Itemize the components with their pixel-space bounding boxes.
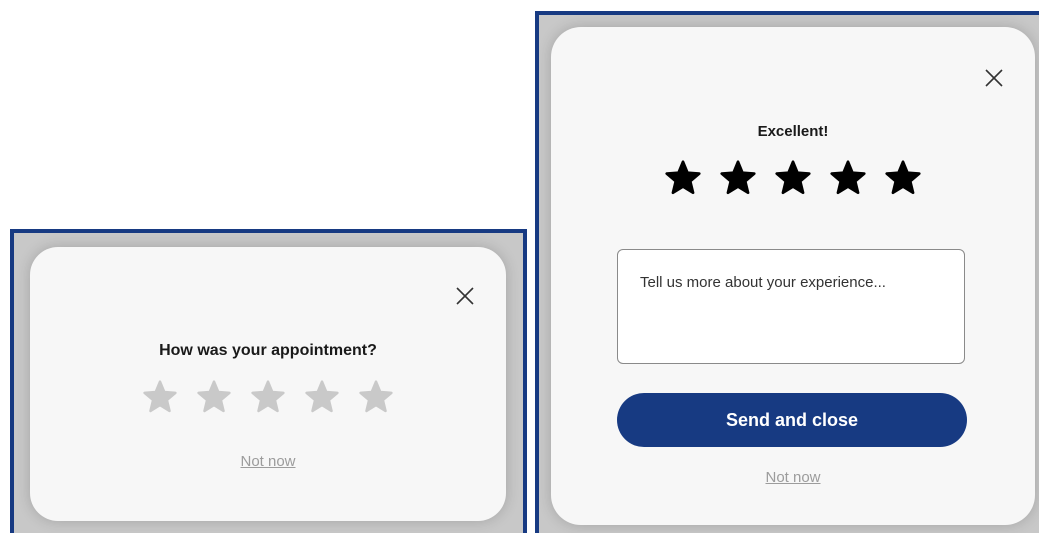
star-3[interactable] <box>251 380 285 414</box>
star-rating[interactable] <box>30 380 506 414</box>
star-icon <box>885 160 921 195</box>
star-icon <box>359 380 393 413</box>
star-icon <box>197 380 231 413</box>
star-3[interactable] <box>775 160 811 196</box>
close-button[interactable] <box>983 67 1005 89</box>
close-icon <box>456 287 474 305</box>
close-button[interactable] <box>454 285 476 307</box>
dialog-title: How was your appointment? <box>159 342 377 359</box>
star-2[interactable] <box>197 380 231 414</box>
star-icon <box>830 160 866 195</box>
star-2[interactable] <box>720 160 756 196</box>
star-icon <box>720 160 756 195</box>
star-1[interactable] <box>665 160 701 196</box>
feedback-textarea[interactable] <box>617 249 965 364</box>
rating-dialog-rated: Excellent! Send and close Not now <box>551 27 1035 525</box>
star-rating[interactable] <box>551 160 1035 196</box>
star-icon <box>143 380 177 413</box>
left-dialog-frame: How was your appointment? Not now <box>10 229 527 533</box>
close-icon <box>985 69 1003 87</box>
right-dialog-frame: Excellent! Send and close Not now <box>535 11 1039 533</box>
star-4[interactable] <box>305 380 339 414</box>
star-5[interactable] <box>359 380 393 414</box>
star-5[interactable] <box>885 160 921 196</box>
star-1[interactable] <box>143 380 177 414</box>
star-icon <box>775 160 811 195</box>
not-now-link[interactable]: Not now <box>551 469 1035 486</box>
send-and-close-button[interactable]: Send and close <box>617 393 967 447</box>
not-now-link[interactable]: Not now <box>30 453 506 470</box>
star-icon <box>665 160 701 195</box>
star-icon <box>305 380 339 413</box>
rating-dialog-initial: How was your appointment? Not now <box>30 247 506 521</box>
star-icon <box>251 380 285 413</box>
dialog-title: Excellent! <box>757 123 829 140</box>
star-4[interactable] <box>830 160 866 196</box>
